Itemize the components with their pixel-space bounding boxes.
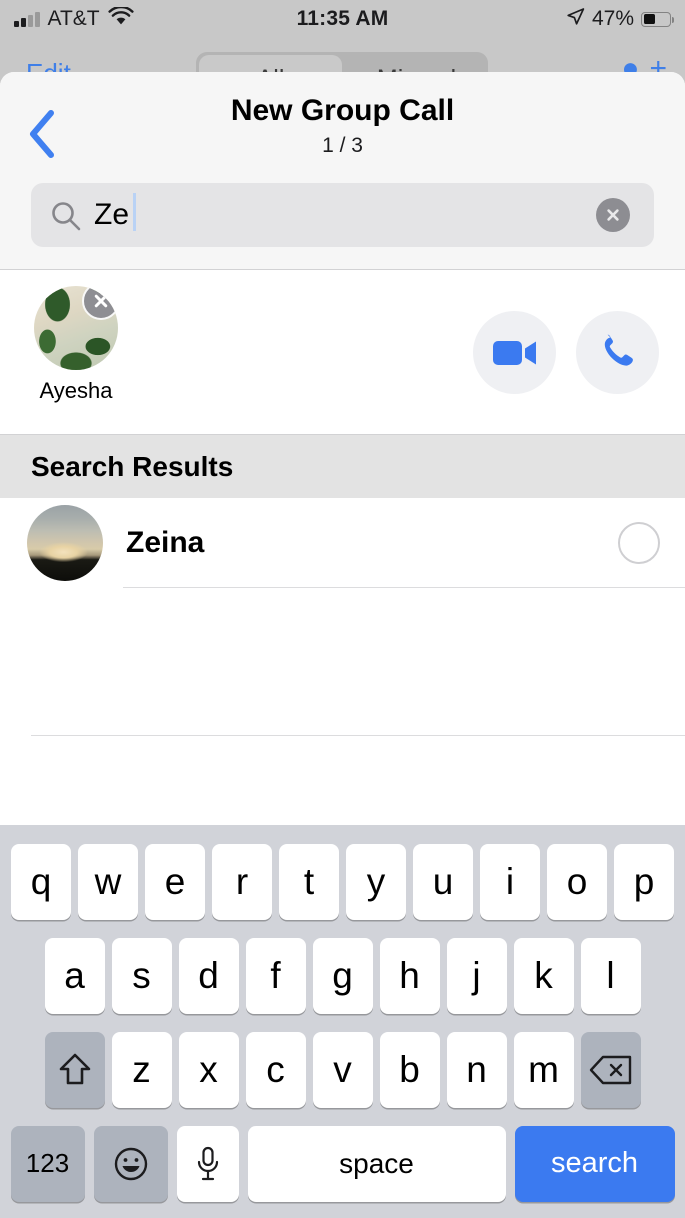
audio-call-button[interactable]	[576, 311, 659, 394]
search-input-value[interactable]: Ze	[94, 193, 137, 231]
keyboard-row-1: q w e r t y u i o p	[0, 835, 685, 929]
sheet-header: New Group Call 1 / 3 Ze	[0, 72, 685, 270]
list-item[interactable]: Zeina	[0, 498, 685, 588]
key-b[interactable]: b	[379, 1032, 440, 1108]
keyboard-row-4: 123 space search	[0, 1117, 685, 1210]
key-u[interactable]: u	[413, 844, 473, 920]
search-field[interactable]: Ze	[31, 183, 654, 247]
key-z[interactable]: z	[111, 1032, 172, 1108]
key-t[interactable]: t	[279, 844, 339, 920]
key-m[interactable]: m	[513, 1032, 574, 1108]
selection-counter: 1 / 3	[322, 134, 363, 157]
key-o[interactable]: o	[547, 844, 607, 920]
key-d[interactable]: d	[178, 938, 239, 1014]
contact-name: Zeina	[126, 526, 205, 559]
dictation-key[interactable]	[176, 1125, 239, 1202]
space-key[interactable]: space	[247, 1125, 506, 1202]
selection-checkbox[interactable]	[618, 522, 660, 564]
emoji-smiley-icon	[112, 1145, 150, 1183]
avatar	[34, 286, 118, 370]
video-camera-icon	[492, 337, 538, 369]
keyboard-row-3: z x c v b n m	[0, 1023, 685, 1117]
search-key[interactable]: search	[514, 1125, 675, 1202]
shift-key[interactable]	[44, 1032, 105, 1108]
key-i[interactable]: i	[480, 844, 540, 920]
status-bar: AT&T 11:35 AM 47%	[0, 0, 685, 38]
microphone-icon	[195, 1145, 221, 1183]
participant-name: Ayesha	[39, 378, 113, 403]
page-title: New Group Call	[230, 94, 455, 127]
row-divider	[123, 587, 685, 588]
numbers-key[interactable]: 123	[10, 1125, 85, 1202]
key-h[interactable]: h	[379, 938, 440, 1014]
selected-participants-row: Ayesha	[0, 270, 685, 435]
list-item	[0, 646, 685, 736]
key-c[interactable]: c	[245, 1032, 306, 1108]
search-results-list: Zeina	[0, 498, 685, 826]
search-results-header: Search Results	[0, 435, 685, 498]
emoji-key[interactable]	[93, 1125, 168, 1202]
location-arrow-icon	[566, 7, 585, 31]
phone-icon	[599, 334, 637, 372]
call-action-buttons	[473, 311, 659, 394]
selected-participant-token[interactable]: Ayesha	[30, 286, 122, 404]
key-g[interactable]: g	[312, 938, 373, 1014]
key-e[interactable]: e	[145, 844, 205, 920]
shift-arrow-icon	[58, 1052, 92, 1088]
new-group-call-sheet: New Group Call 1 / 3 Ze Ayesha Search Re…	[0, 72, 685, 1218]
search-icon	[49, 199, 82, 232]
backspace-key[interactable]	[580, 1032, 641, 1108]
key-k[interactable]: k	[513, 938, 574, 1014]
key-v[interactable]: v	[312, 1032, 373, 1108]
battery-percent-label: 47%	[591, 7, 634, 30]
avatar	[27, 505, 103, 581]
video-call-button[interactable]	[473, 311, 556, 394]
key-f[interactable]: f	[245, 938, 306, 1014]
key-a[interactable]: a	[44, 938, 105, 1014]
key-q[interactable]: q	[11, 844, 71, 920]
battery-icon	[641, 11, 675, 27]
key-l[interactable]: l	[580, 938, 641, 1014]
sunset-photo-avatar	[27, 505, 103, 581]
key-r[interactable]: r	[212, 844, 272, 920]
on-screen-keyboard: q w e r t y u i o p a s d f g h j k l z …	[0, 825, 685, 1218]
keyboard-row-2: a s d f g h j k l	[0, 929, 685, 1023]
key-y[interactable]: y	[346, 844, 406, 920]
clear-circle-icon[interactable]	[596, 198, 630, 232]
key-s[interactable]: s	[111, 938, 172, 1014]
list-item	[0, 736, 685, 826]
key-w[interactable]: w	[78, 844, 138, 920]
key-n[interactable]: n	[446, 1032, 507, 1108]
key-j[interactable]: j	[446, 938, 507, 1014]
key-x[interactable]: x	[178, 1032, 239, 1108]
key-p[interactable]: p	[614, 844, 674, 920]
backspace-icon	[589, 1054, 633, 1086]
close-icon[interactable]	[82, 286, 118, 320]
status-bar-right: 47%	[566, 7, 675, 31]
